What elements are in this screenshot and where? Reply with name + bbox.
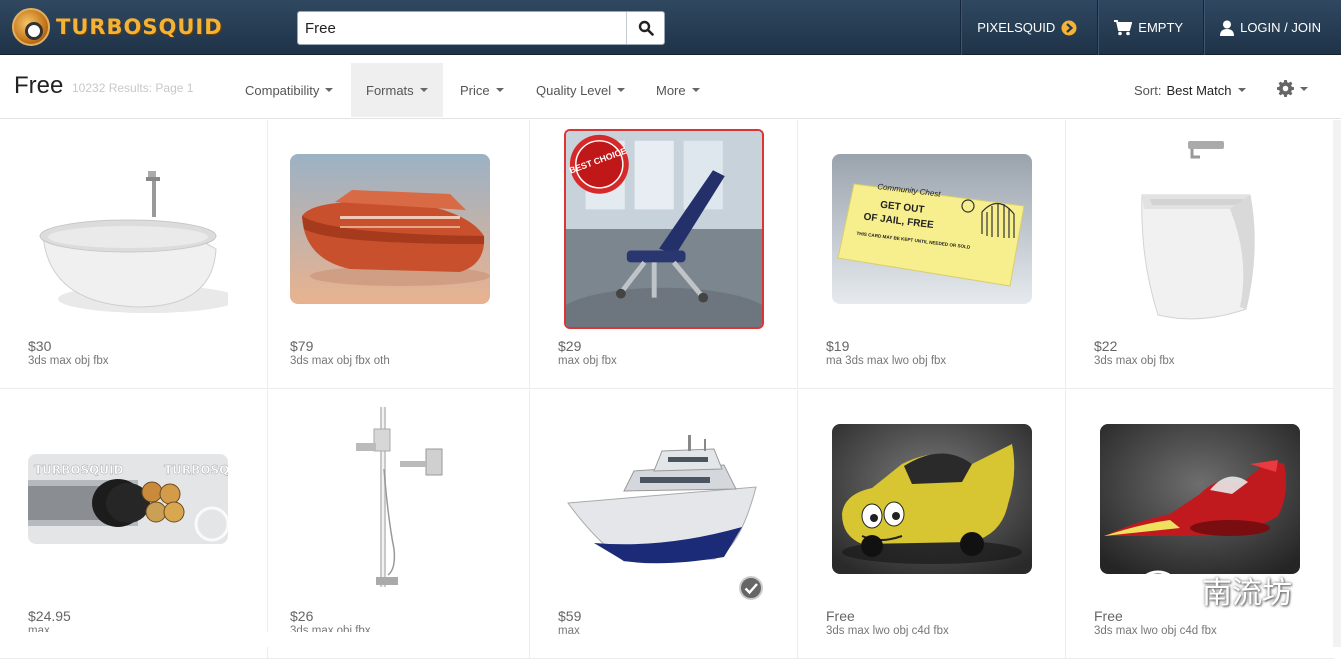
search-box <box>297 11 665 45</box>
product-price: $59 <box>558 608 582 624</box>
filter-quality-level[interactable]: Quality Level <box>521 63 640 117</box>
results-count: 10232 Results: Page 1 <box>72 81 194 95</box>
filter-compatibility-label: Compatibility <box>245 82 320 98</box>
product-thumbnail-jail-card[interactable]: Community Chest GET OUT OF JAIL, FREE TH… <box>832 154 1032 304</box>
sort-value: Best Match <box>1166 82 1232 98</box>
product-price: Free <box>1094 608 1123 624</box>
user-icon <box>1220 20 1235 36</box>
nav-cart[interactable]: EMPTY <box>1097 0 1203 55</box>
top-bar: TurboSquid PIXELSQUID EMPTY <box>0 0 1341 55</box>
caret-down-icon <box>495 88 504 92</box>
product-thumbnail-faucet[interactable] <box>296 399 496 599</box>
caret-down-icon <box>325 88 334 92</box>
product-thumbnail-cable[interactable]: TURBOSQUID TURBOSQUID <box>28 454 228 544</box>
caret-down-icon <box>617 88 626 92</box>
nav-pixelsquid-label: PIXELSQUID <box>977 20 1056 35</box>
logo-text: TurboSquid <box>56 15 223 39</box>
product-card[interactable]: $79 3ds max obj fbx oth <box>262 120 530 389</box>
search-input[interactable] <box>298 12 626 44</box>
product-thumbnail-sink[interactable] <box>1100 129 1300 329</box>
vertical-scrollbar[interactable] <box>1333 120 1341 647</box>
product-card[interactable]: Free 3ds max lwo obj c4d fbx <box>798 390 1066 659</box>
filter-more-label: More <box>656 82 686 98</box>
search-icon <box>638 20 654 36</box>
page-bottom-edge <box>0 632 447 647</box>
product-card[interactable]: BEST CHOICE $29 max obj fbx <box>530 120 798 389</box>
filter-price-label: Price <box>460 82 490 98</box>
nav-login-label: LOGIN / JOIN <box>1240 20 1321 35</box>
product-card[interactable]: Free 3ds max lwo obj c4d fbx <box>1066 390 1334 659</box>
product-price: $19 <box>826 338 850 354</box>
product-formats: 3ds max obj fbx <box>1094 355 1175 367</box>
filter-bar: Free 10232 Results: Page 1 Compatibility… <box>0 55 1341 119</box>
caret-down-icon <box>419 88 428 92</box>
owned-check-icon <box>739 576 763 600</box>
filter-quality-label: Quality Level <box>536 82 612 98</box>
product-formats: max <box>558 625 580 637</box>
product-card[interactable]: TURBOSQUID TURBOSQUID $24.95 max <box>0 390 268 659</box>
product-formats: 3ds max obj fbx <box>28 355 109 367</box>
product-thumbnail-rocket-car[interactable] <box>1100 424 1300 574</box>
product-formats: ma 3ds max lwo obj fbx <box>826 355 947 367</box>
product-thumbnail-bathtub[interactable] <box>28 129 228 329</box>
cart-icon <box>1114 19 1133 35</box>
product-formats: 3ds max lwo obj c4d fbx <box>1094 625 1217 637</box>
search-button[interactable] <box>626 12 664 44</box>
product-card[interactable]: $22 3ds max obj fbx <box>1066 120 1334 389</box>
product-price: $79 <box>290 338 314 354</box>
product-price: $26 <box>290 608 314 624</box>
filter-formats[interactable]: Formats <box>351 63 443 117</box>
wechat-watermark: 南流坊 <box>1138 568 1292 612</box>
product-thumbnail-yacht[interactable] <box>564 399 764 599</box>
product-price: $24.95 <box>28 608 71 624</box>
filter-formats-label: Formats <box>366 82 414 98</box>
thumbnail-watermark-text: TURBOSQUID <box>164 463 228 477</box>
arrow-circle-right-icon <box>1061 20 1077 35</box>
header-nav: PIXELSQUID EMPTY LOGIN / JOIN <box>960 0 1341 55</box>
product-price: $29 <box>558 338 582 354</box>
product-card[interactable]: $59 max <box>530 390 798 659</box>
product-card[interactable]: $26 3ds max obj fbx <box>262 390 530 659</box>
filter-compatibility[interactable]: Compatibility <box>230 63 348 117</box>
product-price: $22 <box>1094 338 1118 354</box>
product-formats: max obj fbx <box>558 355 617 367</box>
product-thumbnail-lifeboat[interactable] <box>290 154 490 304</box>
sort-label: Sort: <box>1134 82 1162 98</box>
product-thumbnail-weight-bench[interactable]: BEST CHOICE <box>564 129 764 329</box>
gear-icon <box>1277 80 1294 97</box>
caret-down-icon <box>691 88 700 92</box>
product-price: Free <box>826 608 855 624</box>
caret-down-icon <box>1237 88 1246 92</box>
view-settings-button[interactable] <box>1277 80 1308 97</box>
product-price: $30 <box>28 338 52 354</box>
sort-dropdown[interactable]: Sort: Best Match <box>1134 63 1246 117</box>
product-card[interactable]: $30 3ds max obj fbx <box>0 120 268 389</box>
thumbnail-watermark-text: TURBOSQUID <box>34 463 124 477</box>
page-title: Free <box>14 72 64 99</box>
product-formats: 3ds max obj fbx oth <box>290 355 390 367</box>
nav-pixelsquid[interactable]: PIXELSQUID <box>960 0 1097 55</box>
product-thumbnail-cartoon-car[interactable] <box>832 424 1032 574</box>
watermark-text: 南流坊 <box>1202 576 1292 611</box>
nav-cart-label: EMPTY <box>1138 20 1184 35</box>
caret-down-icon <box>1300 86 1308 91</box>
nav-login[interactable]: LOGIN / JOIN <box>1203 0 1341 55</box>
wechat-logo-icon <box>1138 570 1191 610</box>
filter-price[interactable]: Price <box>445 63 519 117</box>
squid-logo-icon <box>12 8 50 46</box>
filter-more[interactable]: More <box>641 63 715 117</box>
product-formats: 3ds max lwo obj c4d fbx <box>826 625 949 637</box>
product-card[interactable]: Community Chest GET OUT OF JAIL, FREE TH… <box>798 120 1066 389</box>
turbosquid-logo[interactable]: TurboSquid <box>12 7 223 47</box>
